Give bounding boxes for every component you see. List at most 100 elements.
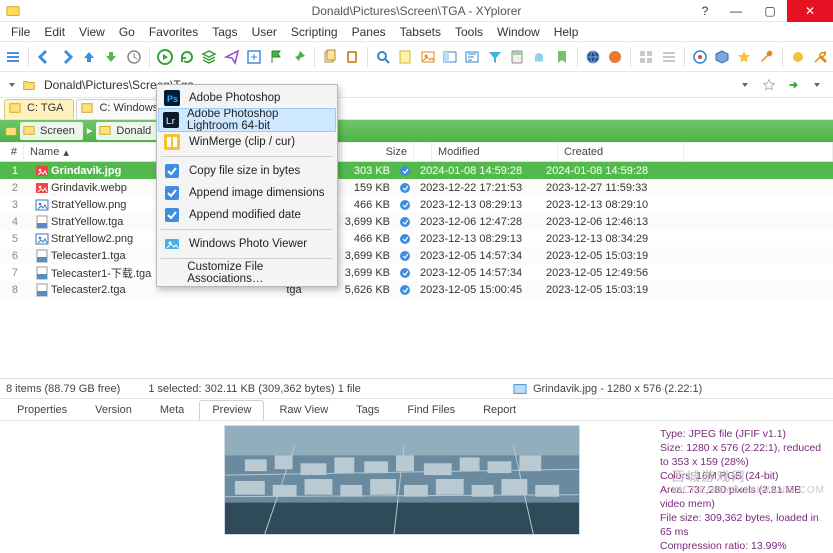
grid1-icon[interactable] — [637, 45, 655, 69]
menu-help[interactable]: Help — [547, 23, 586, 41]
funnel-icon[interactable] — [486, 45, 504, 69]
btab-version[interactable]: Version — [82, 400, 145, 420]
search-icon[interactable] — [374, 45, 392, 69]
tag-dot-icon[interactable] — [399, 266, 411, 280]
menu-go[interactable]: Go — [112, 23, 142, 41]
flag-icon[interactable] — [267, 45, 285, 69]
tab-0[interactable]: C: TGA — [4, 99, 74, 119]
history-icon[interactable] — [124, 45, 142, 69]
tree-toggle-icon[interactable] — [6, 79, 18, 91]
menu-tabsets[interactable]: Tabsets — [393, 23, 448, 41]
star-icon[interactable] — [735, 45, 753, 69]
tag-dot-icon[interactable] — [399, 249, 411, 263]
tag-dot-icon[interactable] — [399, 232, 411, 246]
preview-icon[interactable] — [419, 45, 437, 69]
btab-preview[interactable]: Preview — [199, 400, 264, 420]
file-list[interactable]: 1Grindavik.jpgjpg303 KB2024-01-08 14:59:… — [0, 162, 833, 304]
menu-favorites[interactable]: Favorites — [142, 23, 205, 41]
col-modified[interactable]: Modified — [432, 143, 558, 161]
minimize-button[interactable]: — — [719, 0, 753, 22]
menu-tags[interactable]: Tags — [205, 23, 244, 41]
tag-dot-icon[interactable] — [399, 181, 411, 195]
calc-icon[interactable] — [508, 45, 526, 69]
menu-user[interactable]: User — [245, 23, 284, 41]
tag-dot-icon[interactable] — [399, 198, 411, 212]
file-row[interactable]: 4StratYellow.tgatga3,699 KB2023-12-06 12… — [0, 213, 833, 230]
dot-yellow-icon[interactable] — [789, 45, 807, 69]
file-row[interactable]: 6Telecaster1.tgatga3,699 KB2023-12-05 14… — [0, 247, 833, 264]
tools-icon[interactable] — [811, 45, 829, 69]
filter-panel-icon[interactable] — [463, 45, 481, 69]
file-row[interactable]: 7Telecaster1-下载.tgatga3,699 KB2023-12-05… — [0, 264, 833, 281]
menu-panes[interactable]: Panes — [345, 23, 393, 41]
file-row[interactable]: 2Grindavik.webpwebp159 KB2023-12-22 17:2… — [0, 179, 833, 196]
ghost-icon[interactable] — [530, 45, 548, 69]
grid2-icon[interactable] — [659, 45, 677, 69]
col-number[interactable]: # — [0, 143, 24, 161]
col-tag[interactable] — [414, 143, 432, 161]
menu-tools[interactable]: Tools — [448, 23, 490, 41]
address-input[interactable]: Donald\Pictures\Screen\Tga — [40, 76, 731, 94]
globe-icon[interactable] — [584, 45, 602, 69]
col-size[interactable]: Size — [342, 143, 414, 161]
wrench-icon[interactable] — [758, 45, 776, 69]
openwith-icon[interactable] — [245, 45, 263, 69]
maximize-button[interactable]: ▢ — [753, 0, 787, 22]
close-button[interactable]: ✕ — [787, 0, 833, 22]
menu-window[interactable]: Window — [490, 23, 547, 41]
bookmark-icon[interactable] — [553, 45, 571, 69]
crumb-root-icon[interactable] — [4, 124, 18, 138]
hamburger-icon[interactable] — [4, 45, 22, 69]
copy-icon[interactable] — [321, 45, 339, 69]
menu-item[interactable]: Append modified date — [159, 204, 335, 226]
layers-icon[interactable] — [200, 45, 218, 69]
note-icon[interactable] — [396, 45, 414, 69]
cube-icon[interactable] — [713, 45, 731, 69]
panel-icon[interactable] — [441, 45, 459, 69]
pin-icon[interactable] — [289, 45, 307, 69]
address-menu-icon[interactable] — [807, 75, 827, 95]
tag-dot-icon[interactable] — [399, 164, 411, 178]
menu-item[interactable]: Windows Photo Viewer — [159, 233, 335, 255]
help-button[interactable]: ? — [691, 0, 719, 22]
paste-icon[interactable] — [343, 45, 361, 69]
tag-dot-icon[interactable] — [399, 283, 411, 297]
star-address-icon[interactable] — [759, 75, 779, 95]
btab-report[interactable]: Report — [470, 400, 529, 420]
goto-icon[interactable] — [783, 75, 803, 95]
ball-icon[interactable] — [606, 45, 624, 69]
image-preview[interactable] — [224, 425, 580, 535]
target-icon[interactable] — [691, 45, 709, 69]
menu-scripting[interactable]: Scripting — [284, 23, 345, 41]
menu-item[interactable]: WinMerge (clip / cur) — [159, 131, 335, 153]
back-icon[interactable] — [35, 45, 53, 69]
crumb-1[interactable]: Donald — [96, 122, 159, 140]
btab-tags[interactable]: Tags — [343, 400, 392, 420]
menu-item[interactable]: Customize File Associations… — [159, 262, 335, 284]
send-icon[interactable] — [222, 45, 240, 69]
play-green-icon[interactable] — [156, 45, 174, 69]
address-dropdown-icon[interactable] — [735, 75, 755, 95]
forward-icon[interactable] — [57, 45, 75, 69]
context-menu[interactable]: PsAdobe PhotoshopLrAdobe Photoshop Light… — [156, 84, 338, 287]
btab-meta[interactable]: Meta — [147, 400, 197, 420]
menu-item[interactable]: PsAdobe Photoshop — [159, 87, 335, 109]
menu-item[interactable]: Copy file size in bytes — [159, 160, 335, 182]
menu-file[interactable]: File — [4, 23, 37, 41]
tag-dot-icon[interactable] — [399, 215, 411, 229]
btab-rawview[interactable]: Raw View — [266, 400, 341, 420]
col-created[interactable]: Created — [558, 143, 684, 161]
menu-edit[interactable]: Edit — [37, 23, 72, 41]
btab-properties[interactable]: Properties — [4, 400, 80, 420]
file-row[interactable]: 1Grindavik.jpgjpg303 KB2024-01-08 14:59:… — [0, 162, 833, 179]
menu-item[interactable]: Append image dimensions — [159, 182, 335, 204]
refresh-icon[interactable] — [178, 45, 196, 69]
crumb-0[interactable]: Screen — [20, 122, 83, 140]
file-row[interactable]: 8Telecaster2.tgatga5,626 KB2023-12-05 15… — [0, 281, 833, 298]
file-row[interactable]: 3StratYellow.pngpng466 KB2023-12-13 08:2… — [0, 196, 833, 213]
file-row[interactable]: 5StratYellow2.pngpng466 KB2023-12-13 08:… — [0, 230, 833, 247]
menu-view[interactable]: View — [72, 23, 112, 41]
btab-findfiles[interactable]: Find Files — [394, 400, 468, 420]
menu-item[interactable]: LrAdobe Photoshop Lightroom 64-bit — [159, 109, 335, 131]
down-icon[interactable] — [102, 45, 120, 69]
